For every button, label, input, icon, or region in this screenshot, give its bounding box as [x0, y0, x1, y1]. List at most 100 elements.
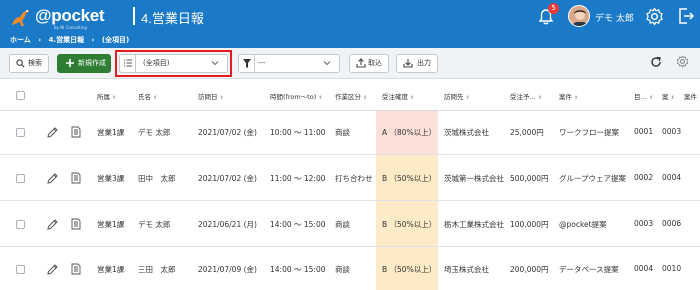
column-header-label: 案件: [684, 93, 697, 101]
code2-cell: 0006: [662, 219, 682, 228]
type-cell: 打ち合わせ: [335, 174, 373, 183]
code2-cell: 0003: [662, 127, 682, 136]
code2-cell: 0010: [662, 264, 682, 273]
column-header[interactable]: 所属 ⬍: [97, 91, 116, 101]
page-title: 4.営業日報: [141, 11, 204, 26]
sort-icon: ⬍: [410, 95, 415, 101]
new-entry-label: 新規作成: [78, 59, 106, 67]
project-cell: グループウェア提案: [559, 174, 627, 183]
date-cell: 2021/06/21 (月): [198, 220, 257, 229]
filter-select[interactable]: ---: [238, 54, 340, 73]
column-header[interactable]: 受注予… ⬍: [510, 91, 542, 101]
select-all-checkbox[interactable]: [16, 91, 25, 100]
logout-icon[interactable]: [677, 7, 695, 25]
accuracy-cell: B （50%以上）: [382, 265, 437, 274]
row-checkbox[interactable]: [16, 265, 25, 274]
customer-cell: 茨城株式会社: [444, 128, 489, 137]
column-header[interactable]: 案件: [684, 91, 697, 101]
breadcrumb-sales-report[interactable]: 4.営業日報: [49, 36, 85, 44]
table-row[interactable]: 営業1課 三田 太郎 2021/07/09 (金) 14:00 ～ 15:00 …: [0, 247, 700, 290]
column-header[interactable]: 訪問先 ⬍: [444, 91, 470, 101]
search-button[interactable]: 検索: [9, 54, 49, 73]
search-button-label: 検索: [28, 59, 42, 67]
code1-cell: 0002: [634, 173, 654, 182]
column-header[interactable]: 目… ⬍: [634, 91, 653, 101]
app-logo-subtitle: by NI Consulting: [54, 25, 87, 30]
gear-icon[interactable]: [645, 7, 664, 26]
breadcrumb-separator: ›: [91, 36, 95, 44]
title-divider: [133, 7, 135, 25]
document-icon[interactable]: [71, 172, 81, 184]
column-header-label: 受注予…: [510, 93, 536, 101]
column-header-label: 案: [662, 93, 669, 101]
accuracy-cell: B （50%以上）: [382, 220, 437, 229]
column-header-label: 目…: [634, 93, 647, 101]
document-icon[interactable]: [71, 263, 81, 275]
pencil-icon[interactable]: [47, 264, 58, 275]
row-checkbox[interactable]: [16, 128, 25, 137]
time-cell: 10:00 ～ 11:00: [270, 128, 326, 137]
time-cell: 14:00 ～ 15:00: [270, 220, 326, 229]
name-cell: デモ 太郎: [138, 220, 171, 229]
breadcrumb: ホーム › 4.営業日報 › (全項目): [0, 34, 700, 48]
sort-icon: ⬍: [649, 95, 654, 101]
kangaroo-logo-icon[interactable]: [8, 5, 32, 29]
column-header[interactable]: 作業区分 ⬍: [335, 91, 367, 101]
filter-icon: [243, 59, 251, 68]
amount-cell: 500,000円: [510, 174, 549, 183]
plus-icon: [66, 59, 74, 67]
breadcrumb-current: (全項目): [101, 36, 130, 44]
column-header-label: 訪問先: [444, 93, 464, 101]
pencil-icon[interactable]: [47, 173, 58, 184]
view-select-highlight: [115, 50, 232, 77]
document-icon[interactable]: [71, 126, 81, 138]
dept-cell: 営業3課: [97, 174, 125, 183]
avatar[interactable]: [568, 5, 590, 27]
column-header[interactable]: 案 ⬍: [662, 91, 675, 101]
app-header: @pocket by NI Consulting 4.営業日報 5 デモ 太郎: [0, 0, 700, 34]
column-header[interactable]: 時間(from～to) ⬍: [270, 91, 322, 101]
export-button[interactable]: 出力: [396, 54, 438, 73]
column-header[interactable]: 受注確度 ⬍: [382, 91, 414, 101]
sort-icon: ⬍: [153, 95, 158, 101]
table-row[interactable]: 営業1課 デモ 太郎 2021/06/21 (月) 14:00 ～ 15:00 …: [0, 201, 700, 247]
code1-cell: 0001: [634, 127, 654, 136]
breadcrumb-home[interactable]: ホーム: [10, 36, 31, 44]
table-row[interactable]: 営業3課 田中 太郎 2021/07/02 (金) 11:00 ～ 12:00 …: [0, 155, 700, 201]
table-row[interactable]: 営業1課 デモ 太郎 2021/07/02 (金) 10:00 ～ 11:00 …: [0, 111, 700, 155]
column-header[interactable]: 案件 ⬍: [559, 91, 578, 101]
accuracy-cell: A （80%以上）: [382, 128, 437, 137]
pencil-icon[interactable]: [47, 127, 58, 138]
table-header: 所属 ⬍ 氏名 ⬍ 訪問日 ⬍ 時間(from～to) ⬍ 作業区分 ⬍ 受注確度 ⬍ 訪問…: [0, 79, 700, 111]
sort-icon: ⬍: [574, 95, 579, 101]
search-icon: [16, 59, 25, 68]
time-cell: 14:00 ～ 15:00: [270, 265, 326, 274]
filter-select-value: ---: [258, 59, 266, 67]
amount-cell: 200,000円: [510, 265, 549, 274]
app-logo-text[interactable]: @pocket: [35, 6, 105, 26]
name-cell: 田中 太郎: [138, 174, 176, 183]
toolbar: 検索 新規作成 (全項目) --- 取込 出力: [0, 48, 700, 79]
refresh-icon[interactable]: [650, 56, 662, 68]
date-cell: 2021/07/02 (金): [198, 128, 257, 137]
import-button[interactable]: 取込: [349, 54, 389, 73]
column-header-label: 所属: [97, 93, 110, 101]
pencil-icon[interactable]: [47, 219, 58, 230]
code2-cell: 0004: [662, 173, 682, 182]
import-button-label: 取込: [368, 59, 382, 67]
code1-cell: 0003: [634, 219, 654, 228]
column-header[interactable]: 訪問日 ⬍: [198, 91, 224, 101]
column-header[interactable]: 氏名 ⬍: [138, 91, 157, 101]
document-icon[interactable]: [71, 218, 81, 230]
export-button-label: 出力: [417, 59, 431, 67]
sort-icon: ⬍: [465, 95, 470, 101]
new-entry-button[interactable]: 新規作成: [57, 54, 111, 73]
sort-icon: ⬍: [219, 95, 224, 101]
row-checkbox[interactable]: [16, 220, 25, 229]
column-settings-icon[interactable]: [676, 55, 689, 68]
amount-cell: 100,000円: [510, 220, 549, 229]
user-name[interactable]: デモ 太郎: [595, 11, 634, 24]
row-checkbox[interactable]: [16, 174, 25, 183]
amount-cell: 25,000円: [510, 128, 544, 137]
type-cell: 商談: [335, 128, 350, 137]
